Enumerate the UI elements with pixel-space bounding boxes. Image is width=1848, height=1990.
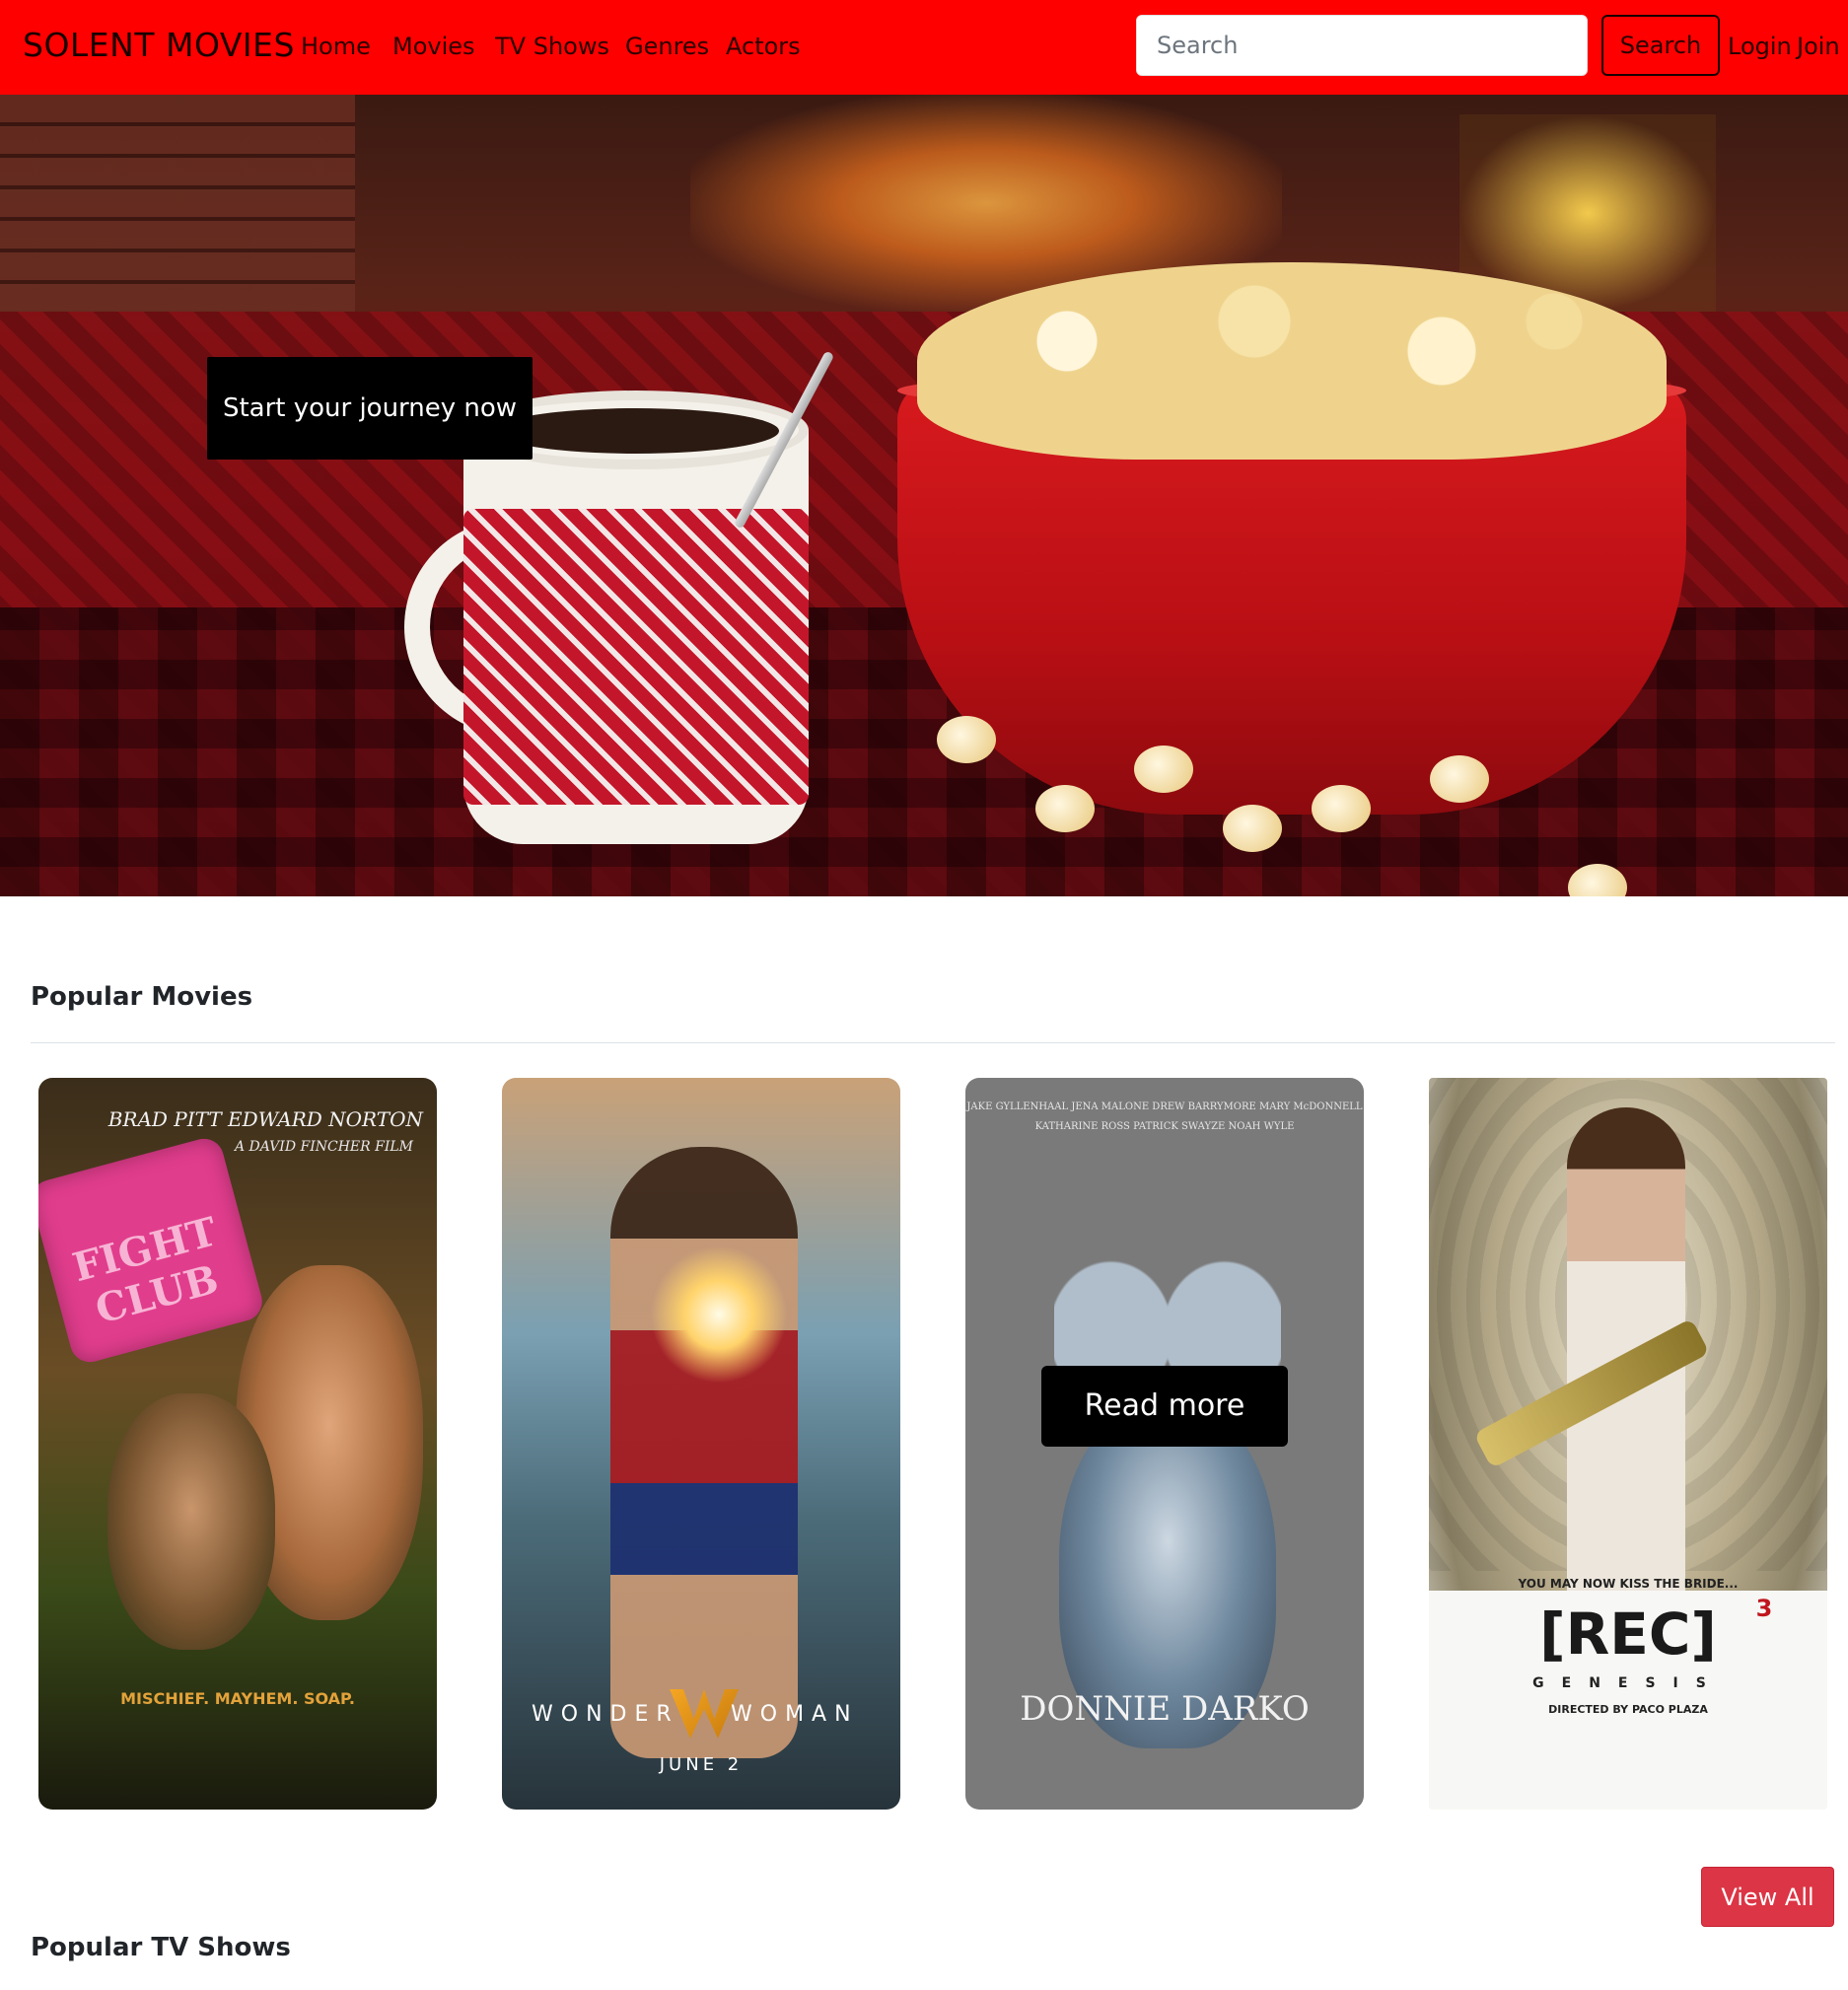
popcorn-kernel xyxy=(1223,805,1282,852)
search-input[interactable] xyxy=(1136,15,1588,76)
view-all-button[interactable]: View All xyxy=(1701,1867,1834,1927)
popcorn-kernel xyxy=(937,716,996,763)
movie-poster: JAKE GYLLENHAAL JENA MALONE DREW BARRYMO… xyxy=(965,1078,1364,1810)
hero-popcorn-bowl xyxy=(897,262,1686,815)
search-button[interactable]: Search xyxy=(1601,15,1720,76)
movie-card-donnie-darko[interactable]: JAKE GYLLENHAAL JENA MALONE DREW BARRYMO… xyxy=(965,1078,1364,1810)
nav-genres[interactable]: Genres xyxy=(625,33,709,60)
popcorn-kernel xyxy=(1134,746,1193,793)
movie-card-fight-club[interactable]: BRAD PITT EDWARD NORTON A DAVID FINCHER … xyxy=(38,1078,437,1810)
movie-card-wonder-woman[interactable]: WONDER WOMAN JUNE 2 xyxy=(502,1078,900,1810)
join-link[interactable]: Join xyxy=(1797,33,1840,60)
read-more-button[interactable]: Read more xyxy=(1041,1366,1288,1447)
brand-logo[interactable]: SOLENT MOVIES xyxy=(23,26,295,64)
popular-movies-title: Popular Movies xyxy=(31,982,253,1012)
popcorn-kernel xyxy=(1035,785,1095,832)
nav-home[interactable]: Home xyxy=(301,33,371,60)
nav-actors[interactable]: Actors xyxy=(726,33,801,60)
hero-banner: Start your journey now xyxy=(0,95,1848,896)
start-journey-button[interactable]: Start your journey now xyxy=(207,357,533,460)
popular-tv-shows-title: Popular TV Shows xyxy=(31,1933,291,1962)
popcorn-kernel xyxy=(1430,755,1489,803)
section-divider xyxy=(31,1042,1835,1043)
popcorn-kernel xyxy=(1312,785,1371,832)
movie-card-rec-3[interactable]: YOU MAY NOW KISS THE BRIDE... [REC] 3 GE… xyxy=(1429,1078,1827,1810)
hero-mug xyxy=(404,391,838,874)
movie-poster: BRAD PITT EDWARD NORTON A DAVID FINCHER … xyxy=(38,1078,437,1810)
movie-poster: WONDER WOMAN JUNE 2 xyxy=(502,1078,900,1810)
movie-poster: YOU MAY NOW KISS THE BRIDE... [REC] 3 GE… xyxy=(1429,1078,1827,1810)
nav-movies[interactable]: Movies xyxy=(392,33,475,60)
nav-tv-shows[interactable]: TV Shows xyxy=(495,33,609,60)
login-link[interactable]: Login xyxy=(1728,33,1792,60)
hero-brick-wall xyxy=(0,95,355,312)
navbar: SOLENT MOVIES Home Movies TV Shows Genre… xyxy=(0,0,1848,95)
